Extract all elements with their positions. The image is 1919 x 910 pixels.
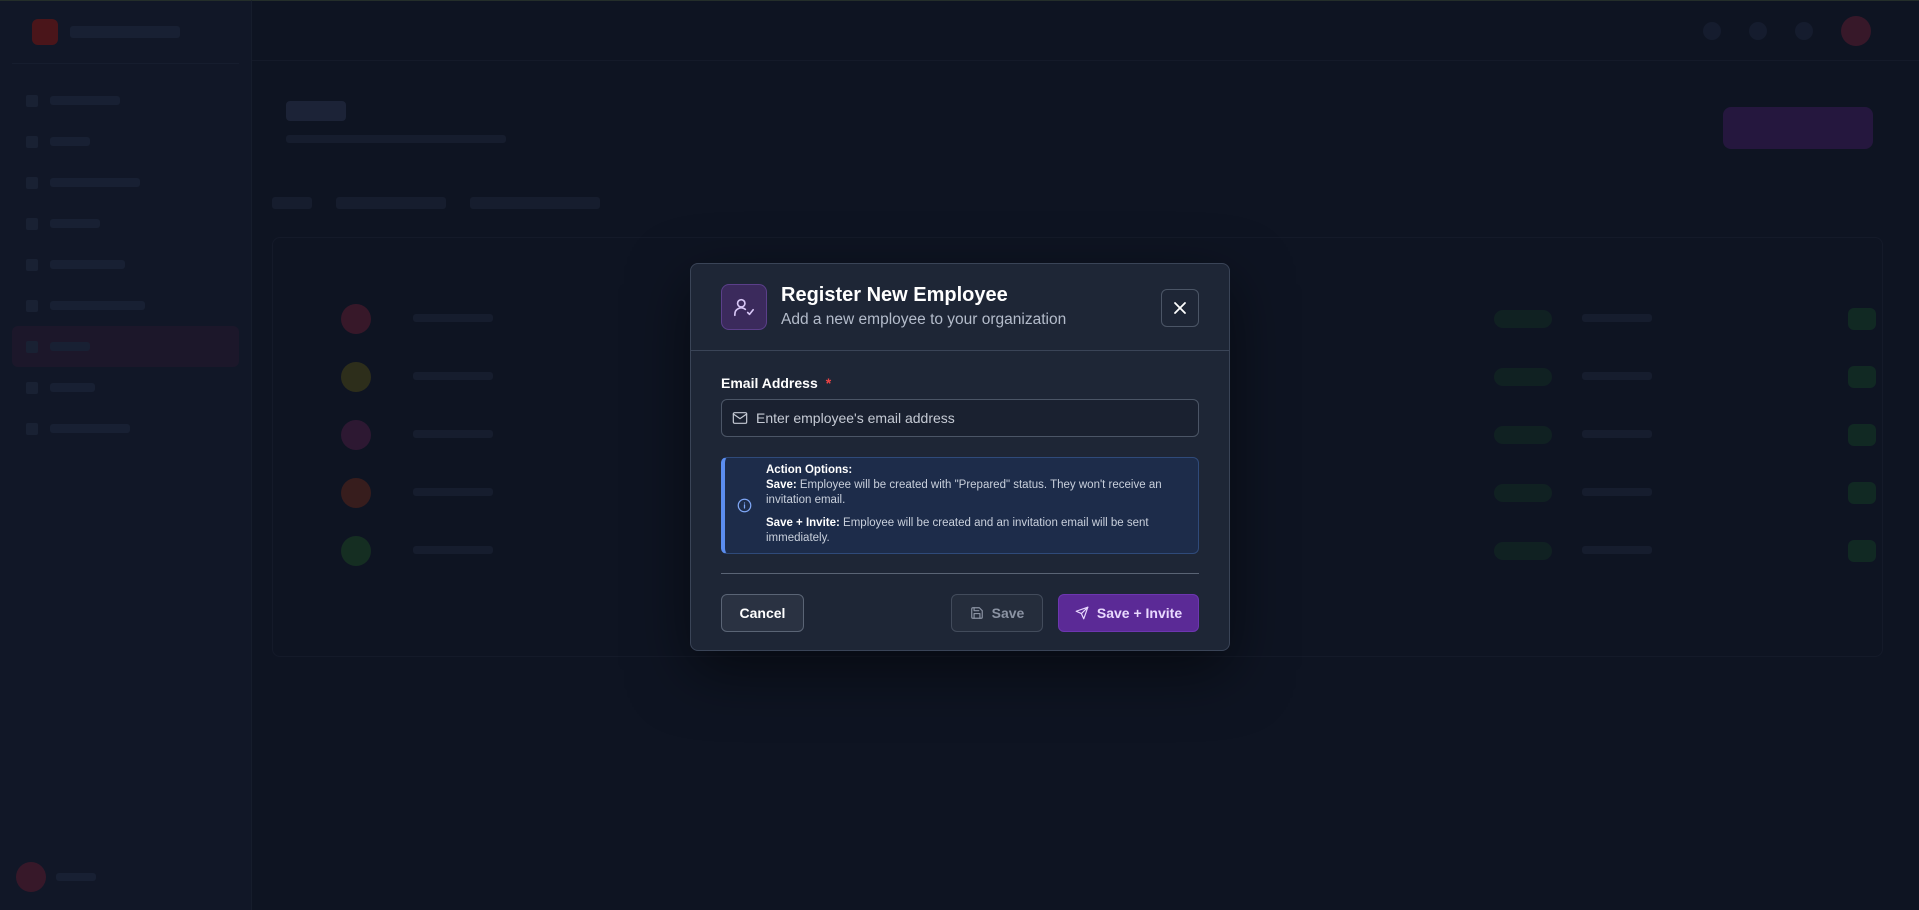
modal-title: Register New Employee — [781, 284, 1008, 306]
modal-subtitle: Add a new employee to your organization — [781, 311, 1067, 328]
footer-divider — [721, 573, 1199, 574]
action-options-info: Action Options: Save: Employee will be c… — [721, 457, 1199, 554]
close-button[interactable] — [1161, 289, 1199, 327]
modal-body: Email Address * Action Options: Save: Em… — [691, 351, 1229, 632]
info-heading: Action Options: — [766, 464, 853, 476]
email-field-label: Email Address * — [721, 375, 1199, 391]
mail-icon — [732, 412, 748, 424]
info-invite-term: Save + Invite: — [766, 517, 840, 529]
modal-header: Register New Employee Add a new employee… — [691, 264, 1229, 351]
floppy-disk-icon — [970, 607, 983, 619]
modal-footer: Cancel Save Save + Invite — [721, 594, 1199, 632]
info-save-line: Save: Employee will be created with "Pre… — [766, 478, 1184, 508]
info-invite-line: Save + Invite: Employee will be created … — [766, 516, 1184, 546]
email-label-text: Email Address — [721, 375, 818, 391]
info-save-desc: Employee will be created with "Prepared"… — [766, 479, 1162, 506]
user-check-icon — [721, 284, 767, 330]
info-save-term: Save: — [766, 479, 797, 491]
email-field-wrapper — [721, 399, 1199, 437]
save-invite-button-label: Save + Invite — [1096, 605, 1183, 621]
save-button[interactable]: Save — [951, 594, 1043, 632]
register-employee-modal: Register New Employee Add a new employee… — [690, 263, 1230, 651]
cancel-button[interactable]: Cancel — [721, 594, 804, 632]
send-icon — [1075, 606, 1089, 620]
email-field[interactable] — [756, 410, 1188, 426]
required-marker: * — [825, 375, 832, 391]
close-icon — [1174, 302, 1186, 314]
save-button-label: Save — [991, 605, 1025, 621]
save-invite-button[interactable]: Save + Invite — [1058, 594, 1199, 632]
info-icon — [737, 498, 752, 513]
